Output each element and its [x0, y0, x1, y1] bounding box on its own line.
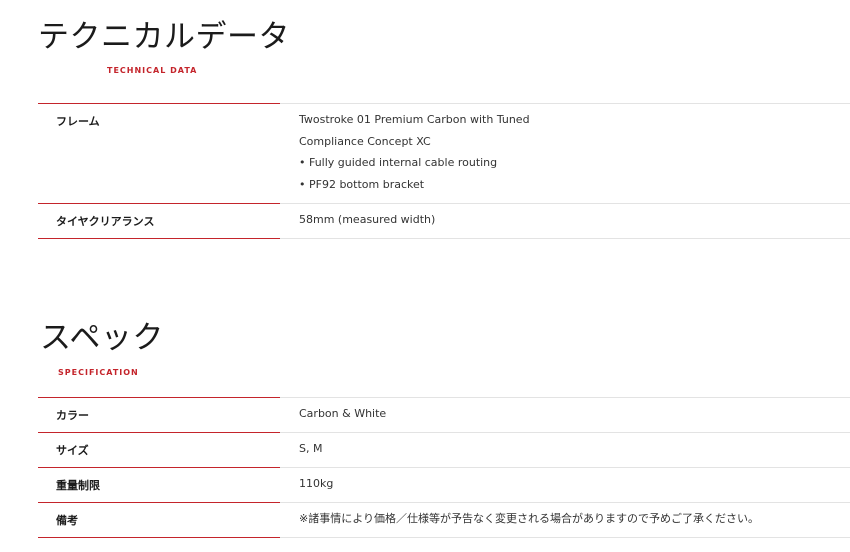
- specification-subtitle: SPECIFICATION: [58, 368, 139, 377]
- row-label: 備考: [56, 514, 78, 527]
- row-label: サイズ: [56, 444, 89, 457]
- row-value: 110kg: [299, 477, 334, 490]
- row-label: カラー: [56, 409, 89, 422]
- specification-title: スペック: [40, 320, 164, 356]
- spec-row-color: カラー Carbon & White: [38, 397, 850, 433]
- row-accent-line: [38, 537, 280, 538]
- spec-row-notes: 備考 ※諸事情により価格／仕様等が予告なく変更される場合がありますので予めご了承…: [38, 502, 850, 538]
- spec-row-weight-limit: 重量制限 110kg: [38, 467, 850, 503]
- row-value: S, M: [299, 442, 323, 455]
- row-value: Carbon & White: [299, 407, 387, 420]
- spec-row-size: サイズ S, M: [38, 432, 850, 468]
- row-value: ※諸事情により価格／仕様等が予告なく変更される場合がありますので予めご了承くださ…: [299, 512, 759, 525]
- row-label: 重量制限: [56, 479, 100, 492]
- specification-section: スペック SPECIFICATION カラー Carbon & White サイ…: [0, 0, 850, 552]
- table-bottom-border: [38, 537, 850, 538]
